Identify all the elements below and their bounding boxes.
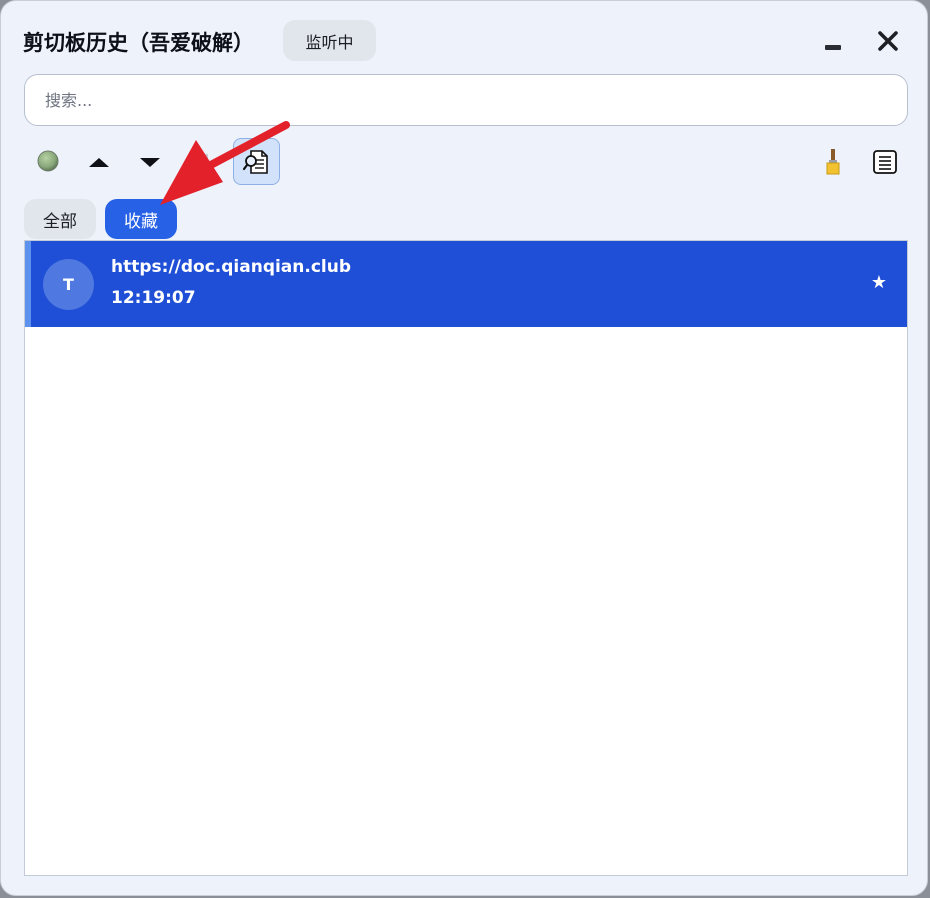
document-search-button[interactable] xyxy=(233,138,280,185)
tab-all[interactable]: 全部 xyxy=(24,199,96,239)
document-search-icon xyxy=(242,149,268,174)
status-dot-icon xyxy=(37,150,59,172)
clipboard-list: T https://doc.qianqian.club 12:19:07 ★ xyxy=(24,240,908,876)
move-down-icon xyxy=(140,158,160,167)
move-up-icon xyxy=(89,158,109,167)
minimize-icon xyxy=(825,45,841,50)
item-text-block: https://doc.qianqian.club 12:19:07 xyxy=(111,255,351,310)
search-input[interactable] xyxy=(24,74,908,126)
listening-status-button[interactable]: 监听中 xyxy=(283,20,376,61)
close-icon xyxy=(878,31,898,51)
avatar: T xyxy=(43,259,94,310)
move-up-button[interactable] xyxy=(85,149,113,175)
list-icon xyxy=(873,150,897,174)
move-down-button[interactable] xyxy=(136,149,164,175)
item-content: https://doc.qianqian.club xyxy=(111,257,352,277)
brush-icon xyxy=(826,149,840,175)
tab-favorites[interactable]: 收藏 xyxy=(105,199,177,239)
pin-icon xyxy=(198,154,208,166)
list-item[interactable]: T https://doc.qianqian.club 12:19:07 ★ xyxy=(25,241,907,327)
window-title: 剪切板历史（吾爱破解） xyxy=(23,31,254,55)
minimize-button[interactable] xyxy=(819,25,847,57)
clear-button[interactable] xyxy=(819,147,847,177)
favorite-star-icon[interactable]: ★ xyxy=(871,273,887,293)
item-timestamp: 12:19:07 xyxy=(111,288,196,308)
status-toggle-button[interactable] xyxy=(34,147,62,175)
clipboard-history-window: 剪切板历史（吾爱破解） 监听中 搜索... 全部 收藏 T https://do… xyxy=(0,0,928,896)
selection-accent-bar xyxy=(25,241,31,327)
close-button[interactable] xyxy=(871,23,905,59)
list-view-button[interactable] xyxy=(870,147,900,177)
pin-button[interactable] xyxy=(189,147,217,175)
